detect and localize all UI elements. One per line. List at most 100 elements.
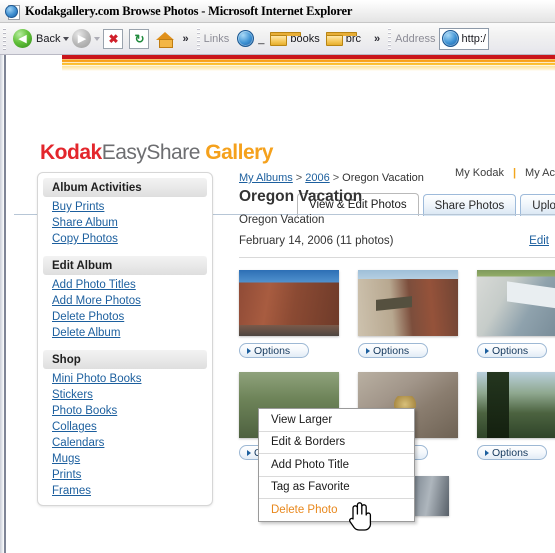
options-label: Options <box>492 344 529 357</box>
browser-window: Kodakgallery.com Browse Photos - Microso… <box>0 0 555 553</box>
photo-thumbnail[interactable] <box>239 270 339 336</box>
sidebar-item-delete-album[interactable]: Delete Album <box>38 325 212 341</box>
breadcrumb-separator: > <box>332 172 340 184</box>
arrow-right-icon <box>485 347 489 354</box>
window-left-border <box>4 55 6 553</box>
breadcrumb-current: Oregon Vacation <box>342 172 424 184</box>
links-overflow-button[interactable]: » <box>370 33 384 45</box>
address-bar-grip[interactable] <box>388 27 392 50</box>
edit-album-link[interactable]: Edit <box>529 235 549 247</box>
menu-item-tag-as-favorite[interactable]: Tag as Favorite <box>259 477 414 499</box>
arrow-right-icon <box>247 449 251 456</box>
menu-item-label: View Larger <box>271 413 333 426</box>
menu-item-edit-borders[interactable]: Edit & Borders <box>259 432 414 454</box>
home-button[interactable] <box>152 25 178 53</box>
sidebar-heading-album-activities: Album Activities <box>43 178 207 197</box>
menu-item-label: Delete Photo <box>271 503 338 516</box>
photo-cell: Options <box>477 270 555 358</box>
logo-gallery: Gallery <box>205 141 273 164</box>
logo-kodak: Kodak <box>40 141 102 164</box>
ie-page-icon <box>5 4 20 20</box>
sidebar-item-frames[interactable]: Frames <box>38 483 212 499</box>
photo-thumbnail[interactable] <box>358 270 458 336</box>
options-label: Options <box>492 446 529 459</box>
sidebar-heading-edit-album: Edit Album <box>43 256 207 275</box>
link-item-books[interactable]: books <box>267 25 322 53</box>
logo-easyshare: EasyShare <box>101 141 201 164</box>
forward-button[interactable]: ▶ <box>69 25 94 53</box>
arrow-right-icon <box>247 347 251 354</box>
sidebar-item-copy-photos[interactable]: Copy Photos <box>38 231 212 247</box>
sidebar-item-share-album[interactable]: Share Album <box>38 215 212 231</box>
sidebar-item-mini-photo-books[interactable]: Mini Photo Books <box>38 371 212 387</box>
links-bar-grip[interactable] <box>196 27 200 50</box>
brand-red-stripe <box>62 55 555 59</box>
photo-options-button[interactable]: Options <box>358 343 428 358</box>
photo-options-button[interactable]: Options <box>477 343 547 358</box>
link-item-label: _ <box>258 32 265 45</box>
options-label: Options <box>254 344 291 357</box>
options-label: Options <box>373 344 410 357</box>
address-input[interactable]: http:/ <box>438 27 489 50</box>
mouse-cursor-hand-icon <box>347 502 373 537</box>
sidebar-item-delete-photos[interactable]: Delete Photos <box>38 309 212 325</box>
toolbar-grip[interactable] <box>3 27 6 50</box>
breadcrumb-separator: > <box>295 172 303 184</box>
menu-item-delete-photo[interactable]: Delete Photo <box>259 499 414 521</box>
link-item-underscore[interactable]: _ <box>234 25 267 53</box>
window-title: Kodakgallery.com Browse Photos - Microso… <box>25 3 353 18</box>
link-item-brc[interactable]: brc <box>323 25 364 53</box>
photo-options-button[interactable]: Options <box>239 343 309 358</box>
sidebar-item-calendars[interactable]: Calendars <box>38 435 212 451</box>
forward-arrow-icon: ▶ <box>72 29 92 48</box>
back-arrow-icon: ◀ <box>13 29 32 48</box>
photo-cell: Options <box>358 270 458 358</box>
arrow-right-icon <box>366 347 370 354</box>
menu-item-add-photo-title[interactable]: Add Photo Title <box>259 454 414 477</box>
photo-options-button[interactable]: Options <box>477 445 547 460</box>
folder-icon <box>270 32 302 46</box>
address-value: http:/ <box>461 32 486 45</box>
ie-globe-icon <box>237 30 255 47</box>
home-icon <box>155 30 175 48</box>
sidebar-item-add-more-photos[interactable]: Add More Photos <box>38 293 212 309</box>
album-meta-row: February 14, 2006 (11 photos) Edit <box>225 235 555 247</box>
links-bar-label: Links <box>203 32 230 45</box>
sidebar-item-buy-prints[interactable]: Buy Prints <box>38 199 212 215</box>
breadcrumb-year[interactable]: 2006 <box>305 172 329 184</box>
address-bar-label: Address <box>395 32 436 45</box>
stop-button[interactable]: ✖ <box>100 25 126 53</box>
photo-row: Options Options <box>239 270 555 358</box>
sidebar-item-mugs[interactable]: Mugs <box>38 451 212 467</box>
divider <box>239 257 555 258</box>
sidebar-item-add-photo-titles[interactable]: Add Photo Titles <box>38 277 212 293</box>
menu-item-label: Tag as Favorite <box>271 481 350 494</box>
breadcrumb-my-albums[interactable]: My Albums <box>239 172 293 184</box>
sidebar-item-photo-books[interactable]: Photo Books <box>38 403 212 419</box>
back-button-label: Back <box>36 32 61 45</box>
sidebar-item-stickers[interactable]: Stickers <box>38 387 212 403</box>
album-description: Oregon Vacation <box>239 214 325 226</box>
breadcrumb: My Albums >2006 > Oregon Vacation <box>225 172 555 184</box>
photo-context-menu: View Larger Edit & Borders Add Photo Tit… <box>258 408 415 522</box>
photo-cell: Options <box>477 372 555 460</box>
refresh-button[interactable]: ↻ <box>126 25 152 53</box>
photo-thumbnail[interactable] <box>477 372 555 438</box>
sidebar-item-prints[interactable]: Prints <box>38 467 212 483</box>
menu-item-view-larger[interactable]: View Larger <box>259 409 414 432</box>
folder-icon <box>325 32 357 46</box>
toolbar-overflow-button[interactable]: » <box>178 33 192 45</box>
window-title-bar: Kodakgallery.com Browse Photos - Microso… <box>0 0 555 23</box>
page-title: Oregon Vacation <box>239 188 363 205</box>
menu-item-label: Add Photo Title <box>271 458 349 471</box>
sidebar: Album Activities Buy Prints Share Album … <box>37 172 213 506</box>
refresh-icon: ↻ <box>129 28 150 49</box>
kodak-logo[interactable]: KodakEasyShare Gallery <box>40 141 273 165</box>
page-viewport: KodakEasyShare Gallery My Kodak | My Ac … <box>0 55 555 553</box>
back-button[interactable]: ◀ Back <box>10 25 63 53</box>
stop-icon: ✖ <box>103 28 124 49</box>
menu-item-label: Edit & Borders <box>271 436 346 449</box>
sidebar-heading-shop: Shop <box>43 350 207 369</box>
photo-thumbnail[interactable] <box>477 270 555 336</box>
sidebar-item-collages[interactable]: Collages <box>38 419 212 435</box>
